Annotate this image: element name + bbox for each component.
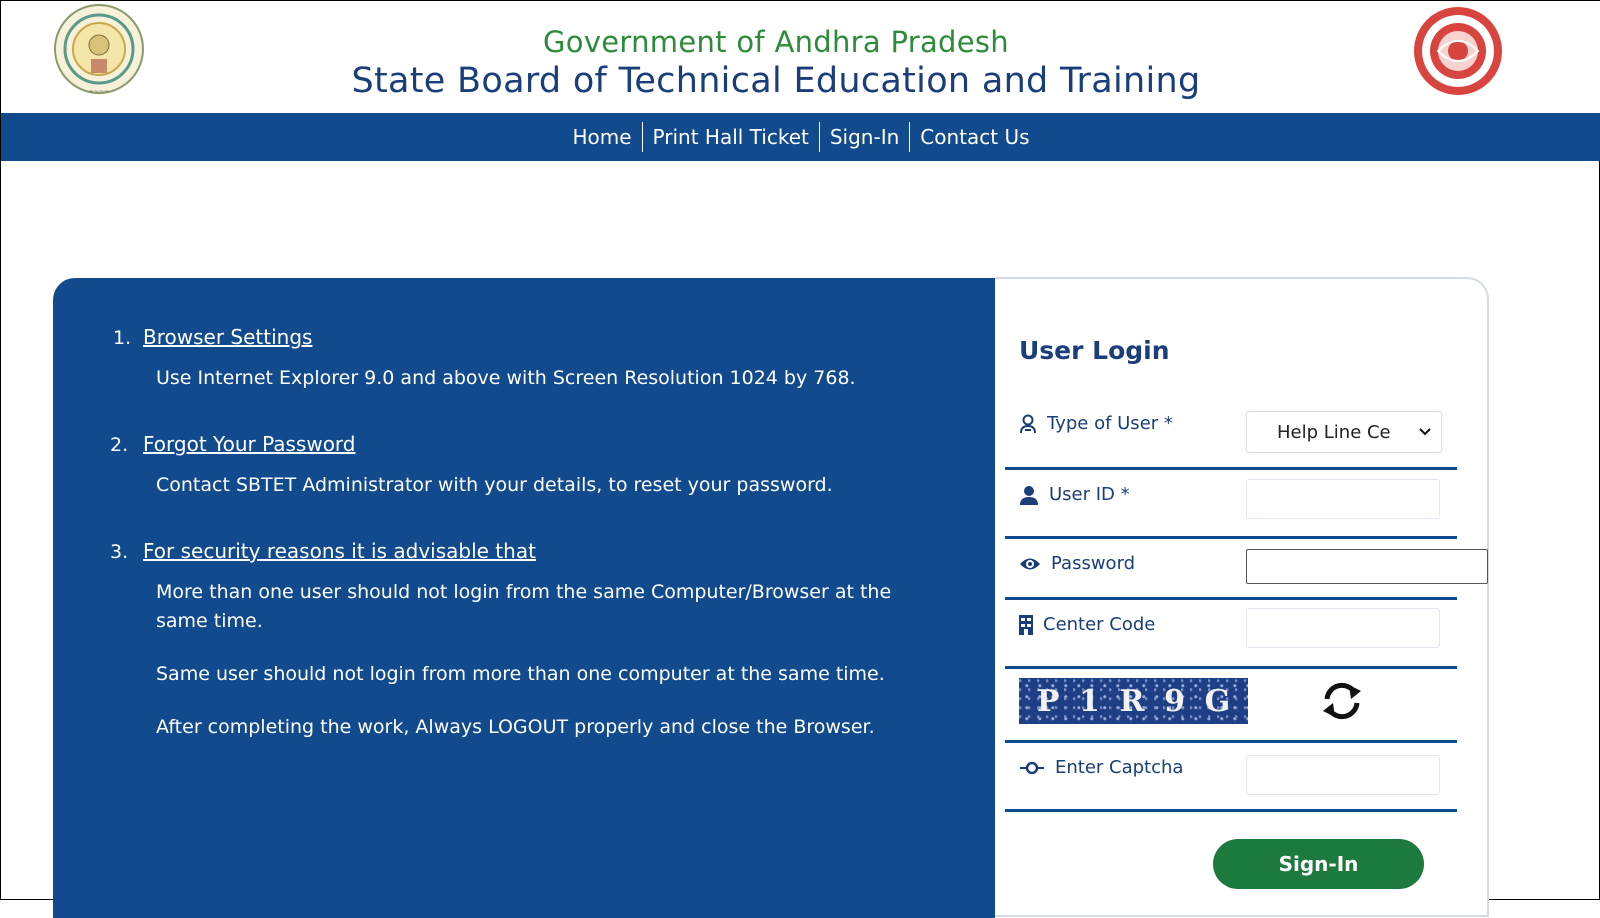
chevron-down-icon	[1419, 428, 1431, 436]
instruction-text: After completing the work, Always LOGOUT…	[156, 716, 875, 738]
building-icon	[1019, 614, 1033, 635]
instructions-panel: 1. Browser Settings Use Internet Explore…	[53, 278, 995, 918]
sbtet-seal-icon	[1414, 7, 1502, 95]
type-of-user-label-text: Type of User *	[1047, 413, 1173, 434]
instruction-heading-browser-settings[interactable]: Browser Settings	[143, 325, 312, 349]
user-id-label-text: User ID *	[1049, 484, 1130, 505]
refresh-captcha-icon[interactable]	[1319, 681, 1365, 721]
captcha-char: 1	[1079, 683, 1100, 719]
captcha-char: 9	[1164, 683, 1185, 719]
captcha-input[interactable]	[1246, 755, 1440, 795]
password-row: Password	[1005, 539, 1488, 600]
instruction-text: More than one user should not login from…	[156, 581, 892, 632]
center-code-label: Center Code	[1019, 614, 1155, 635]
instruction-heading-forgot-password[interactable]: Forgot Your Password	[143, 432, 356, 456]
password-label-text: Password	[1051, 553, 1136, 574]
nav-print-hall-ticket-link[interactable]: Print Hall Ticket	[643, 123, 819, 151]
login-title: User Login	[1019, 336, 1170, 365]
instruction-text: Same user should not login from more tha…	[156, 663, 885, 685]
sign-in-button[interactable]: Sign-In	[1213, 839, 1424, 889]
password-label: Password	[1019, 553, 1135, 574]
user-id-row: User ID *	[1005, 470, 1457, 539]
user-id-label: User ID *	[1019, 484, 1130, 505]
page-header: ~~~~ Government of Andhra Pradesh State …	[1, 1, 1600, 113]
instruction-text: Use Internet Explorer 9.0 and above with…	[156, 367, 856, 389]
enter-captcha-label-text: Enter Captcha	[1055, 757, 1184, 778]
center-code-input[interactable]	[1246, 608, 1440, 648]
type-of-user-select[interactable]: Help Line Ce	[1246, 411, 1442, 453]
password-input[interactable]	[1246, 549, 1488, 584]
nav-home-link[interactable]: Home	[562, 123, 641, 151]
center-code-row: Center Code	[1005, 600, 1457, 669]
board-title: State Board of Technical Education and T…	[351, 61, 1201, 101]
government-title: Government of Andhra Pradesh	[543, 25, 1009, 59]
enter-captcha-label: Enter Captcha	[1019, 757, 1183, 778]
user-id-input[interactable]	[1246, 479, 1440, 519]
eye-icon	[1020, 558, 1040, 569]
main-navbar: Home Print Hall Ticket Sign-In Contact U…	[1, 113, 1600, 161]
type-of-user-row: Type of User * Help Line Ce	[1005, 401, 1457, 470]
instruction-number: 3.	[110, 541, 129, 563]
nav-sign-in-link[interactable]: Sign-In	[820, 123, 909, 151]
type-of-user-label: Type of User *	[1019, 413, 1173, 434]
type-of-user-selected-value: Help Line Ce	[1277, 421, 1391, 443]
user-icon	[1020, 485, 1038, 505]
instruction-number: 1.	[113, 327, 132, 349]
key-icon	[1020, 761, 1044, 774]
captcha-image: P 1 R 9 G	[1019, 678, 1248, 724]
captcha-char: P	[1036, 683, 1060, 719]
instruction-text: Contact SBTET Administrator with your de…	[156, 474, 833, 496]
instruction-heading-security[interactable]: For security reasons it is advisable tha…	[143, 539, 536, 563]
nav-contact-us-link[interactable]: Contact Us	[910, 123, 1039, 151]
center-code-label-text: Center Code	[1043, 614, 1156, 635]
enter-captcha-row: Enter Captcha	[1005, 743, 1457, 812]
user-outline-icon	[1020, 414, 1036, 433]
instruction-number: 2.	[110, 434, 129, 456]
captcha-char: R	[1119, 683, 1145, 719]
captcha-char: G	[1204, 683, 1231, 719]
